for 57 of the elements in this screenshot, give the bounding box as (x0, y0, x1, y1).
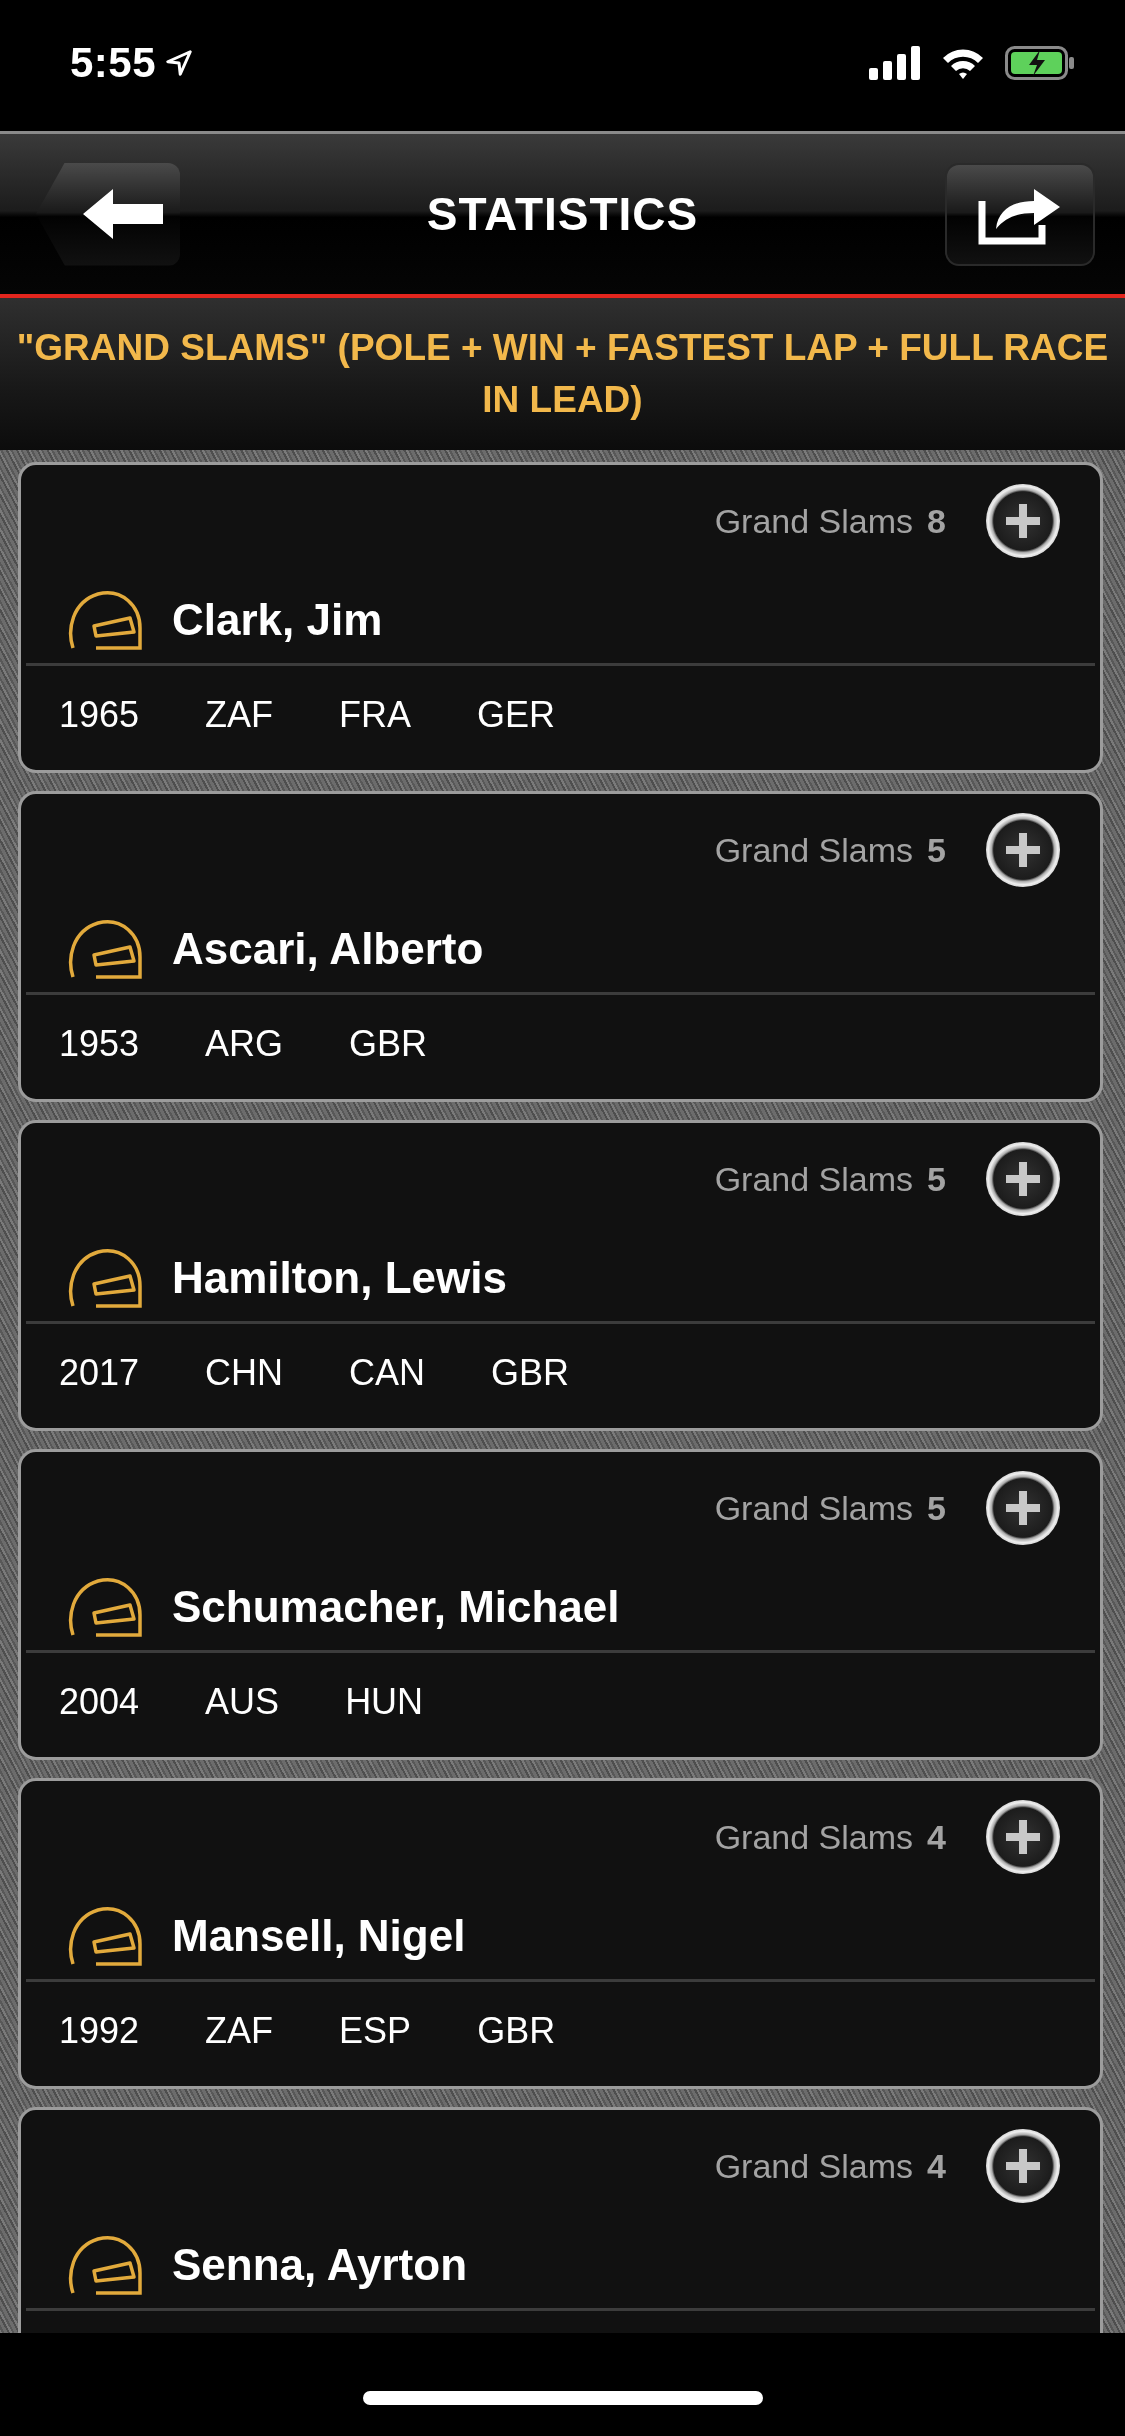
location-arrow-icon (164, 47, 195, 78)
helmet-icon (66, 1906, 142, 1966)
race-code: CAN (349, 1352, 426, 1394)
plus-icon (1006, 1820, 1040, 1854)
race-code: AUS (205, 1681, 280, 1723)
signal-icon (869, 45, 921, 80)
race-code: GBR (491, 1352, 570, 1394)
race-code: CHN (205, 1352, 284, 1394)
stat-count: 4 (927, 1817, 946, 1857)
driver-name: Senna, Ayrton (172, 2240, 467, 2290)
status-time: 5:55 (70, 38, 157, 87)
race-code: HUN (345, 1681, 424, 1723)
plus-icon (1006, 1162, 1040, 1196)
stat-count: 8 (927, 501, 946, 541)
stat-count: 5 (927, 830, 946, 870)
driver-name: Hamilton, Lewis (172, 1253, 507, 1303)
stat-label: Grand Slams (714, 1817, 914, 1857)
stat-count: 5 (927, 1159, 946, 1199)
stat-count: 5 (927, 1488, 946, 1528)
screen-title: STATISTICS (426, 187, 699, 241)
driver-name: Schumacher, Michael (172, 1582, 620, 1632)
plus-icon (1006, 2149, 1040, 2183)
race-year: 2004 (59, 1681, 140, 1723)
race-code: ARG (205, 1023, 284, 1065)
share-button[interactable] (945, 162, 1095, 266)
driver-name: Mansell, Nigel (172, 1911, 466, 1961)
arrow-left-icon (83, 189, 163, 239)
category-title: "GRAND SLAMS" (POLE + WIN + FASTEST LAP + FULL RACE IN LEAD) (16, 326, 1109, 422)
battery-icon (1005, 45, 1075, 80)
back-button[interactable] (36, 162, 180, 266)
race-code: FRA (339, 694, 412, 736)
stat-label: Grand Slams (714, 501, 914, 541)
stat-label: Grand Slams (714, 2146, 914, 2186)
stat-label: Grand Slams (714, 1159, 914, 1199)
race-code: ZAF (205, 2010, 274, 2052)
race-code: GBR (477, 2010, 556, 2052)
helmet-icon (66, 590, 142, 650)
plus-icon (1006, 504, 1040, 538)
stat-label: Grand Slams (714, 1488, 914, 1528)
driver-name: Clark, Jim (172, 595, 383, 645)
stat-count: 4 (927, 2146, 946, 2186)
plus-icon (1006, 1491, 1040, 1525)
helmet-icon (66, 1248, 142, 1308)
race-code: ZAF (205, 694, 274, 736)
race-year: 1965 (59, 694, 140, 736)
race-code: GBR (349, 1023, 428, 1065)
race-year: 2017 (59, 1352, 140, 1394)
driver-name: Ascari, Alberto (172, 924, 484, 974)
stat-label: Grand Slams (714, 830, 914, 870)
race-code: GER (477, 694, 556, 736)
race-year: 1953 (59, 1023, 140, 1065)
plus-icon (1006, 833, 1040, 867)
helmet-icon (66, 2235, 142, 2295)
helmet-icon (66, 919, 142, 979)
race-code: ESP (339, 2010, 412, 2052)
helmet-icon (66, 1577, 142, 1637)
race-year: 1992 (59, 2010, 140, 2052)
